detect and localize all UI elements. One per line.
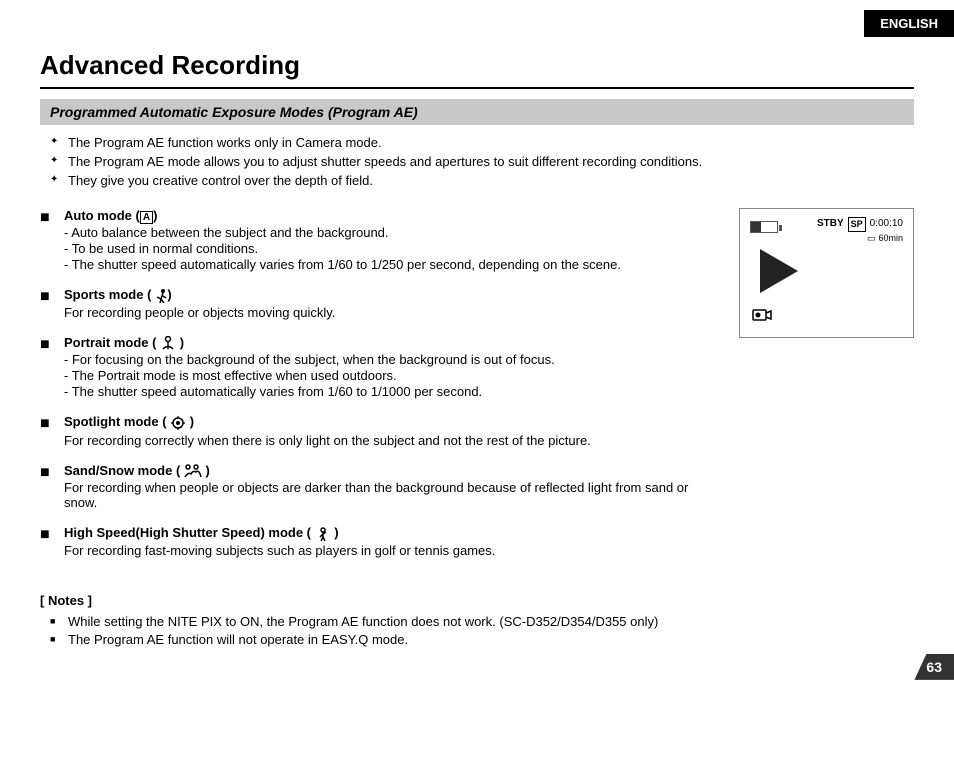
mode-auto: ■ Auto mode (A) - Auto balance between t…	[40, 208, 719, 273]
mode-desc: - For focusing on the background of the …	[64, 352, 719, 399]
mode-desc-line: For recording people or objects moving q…	[64, 305, 719, 320]
mode-desc-line: For recording correctly when there is on…	[64, 433, 719, 448]
mode-desc-line: - The shutter speed automatically varies…	[64, 257, 719, 272]
mode-sports: ■ Sports mode () For recording people or…	[40, 287, 719, 321]
time-display: 0:00:10	[870, 217, 903, 231]
mode-title: Auto mode (A)	[64, 208, 719, 223]
mode-desc-line: - For focusing on the background of the …	[64, 352, 719, 367]
stby-row: STBY SP 0:00:10	[817, 217, 903, 232]
mode-desc-line: - To be used in normal conditions.	[64, 241, 719, 256]
mode-body: Auto mode (A) - Auto balance between the…	[64, 208, 719, 273]
section-header: Programmed Automatic Exposure Modes (Pro…	[40, 99, 914, 125]
mode-body: Spotlight mode ( ) For recording correct…	[64, 414, 719, 449]
stby-label: STBY	[817, 217, 844, 231]
mode-desc-line: For recording fast-moving subjects such …	[64, 543, 719, 558]
notes-list: While setting the NITE PIX to ON, the Pr…	[50, 614, 914, 647]
mode-title: High Speed(High Shutter Speed) mode ( )	[64, 525, 719, 541]
intro-item: The Program AE mode allows you to adjust…	[50, 154, 914, 169]
mode-bullet: ■	[40, 208, 56, 273]
play-arrow-icon	[760, 249, 798, 293]
intro-item: They give you creative control over the …	[50, 173, 914, 188]
tape-info: ▭ 60min	[867, 232, 903, 245]
tape-icon: ▭	[867, 232, 876, 245]
mode-highspeed: ■ High Speed(High Shutter Speed) mode ( …	[40, 525, 719, 559]
sp-badge: SP	[848, 217, 866, 232]
mode-bullet: ■	[40, 414, 56, 449]
mode-title: Spotlight mode ( )	[64, 414, 719, 431]
mode-bullet: ■	[40, 525, 56, 559]
mode-body: Portrait mode ( ) - For focusing on the …	[64, 335, 719, 401]
content-area: ■ Auto mode (A) - Auto balance between t…	[40, 208, 914, 573]
mode-title: Sand/Snow mode ( )	[64, 463, 719, 479]
mode-bullet: ■	[40, 463, 56, 512]
tape-duration: 60min	[878, 232, 903, 245]
notes-section: [ Notes ] While setting the NITE PIX to …	[40, 593, 914, 647]
mode-desc-line: - The shutter speed automatically varies…	[64, 384, 719, 399]
mode-body: Sports mode () For recording people or o…	[64, 287, 719, 321]
mode-bullet: ■	[40, 335, 56, 401]
mode-portrait: ■ Portrait mode ( ) - For focusing on th…	[40, 335, 719, 401]
mode-spotlight: ■ Spotlight mode ( ) For recording corre…	[40, 414, 719, 449]
page-number: 63	[914, 654, 954, 680]
mode-desc: - Auto balance between the subject and t…	[64, 225, 719, 272]
mode-desc-line: For recording when people or objects are…	[64, 480, 719, 510]
mode-desc-line: - The Portrait mode is most effective wh…	[64, 368, 719, 383]
notes-title: [ Notes ]	[40, 593, 914, 608]
mode-desc: For recording fast-moving subjects such …	[64, 543, 719, 558]
page: ENGLISH Advanced Recording Programmed Au…	[0, 0, 954, 690]
modes-list: ■ Auto mode (A) - Auto balance between t…	[40, 208, 719, 573]
note-item: The Program AE function will not operate…	[50, 632, 914, 647]
note-item: While setting the NITE PIX to ON, the Pr…	[50, 614, 914, 629]
language-badge: ENGLISH	[864, 10, 954, 37]
page-title: Advanced Recording	[40, 50, 914, 89]
mode-title: Sports mode ()	[64, 287, 719, 303]
mode-sandsnow: ■ Sand/Snow mode ( ) For recording when …	[40, 463, 719, 512]
mode-desc: For recording when people or objects are…	[64, 480, 719, 510]
mode-bullet: ■	[40, 287, 56, 321]
mode-title: Portrait mode ( )	[64, 335, 719, 351]
battery-indicator	[750, 221, 778, 233]
mode-desc: For recording correctly when there is on…	[64, 433, 719, 448]
mode-desc: For recording people or objects moving q…	[64, 305, 719, 320]
camera-diagram: STBY SP 0:00:10 ▭ 60min	[739, 208, 914, 338]
camera-status-display: STBY SP 0:00:10 ▭ 60min	[817, 217, 903, 244]
battery-fill	[751, 222, 761, 232]
intro-list: The Program AE function works only in Ca…	[50, 135, 914, 188]
intro-item: The Program AE function works only in Ca…	[50, 135, 914, 150]
mode-body: High Speed(High Shutter Speed) mode ( ) …	[64, 525, 719, 559]
mode-desc-line: - Auto balance between the subject and t…	[64, 225, 719, 240]
mode-body: Sand/Snow mode ( ) For recording when pe…	[64, 463, 719, 512]
camera-mode-icon	[752, 306, 772, 327]
